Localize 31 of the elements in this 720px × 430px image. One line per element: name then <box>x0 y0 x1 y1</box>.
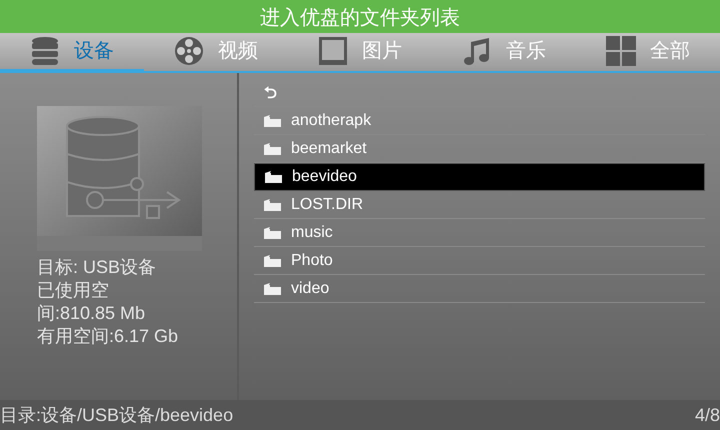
tab[interactable]: 视频 <box>144 33 288 73</box>
folder-row[interactable]: LOST.DIR <box>254 191 705 219</box>
tab[interactable]: 全部 <box>576 33 720 73</box>
grid-icon <box>606 36 636 66</box>
usb-drive-icon <box>37 106 202 251</box>
folder-row[interactable]: music <box>254 219 705 247</box>
picture-frame-icon <box>318 36 348 66</box>
database-icon <box>30 36 60 66</box>
device-info-text: 有用空间:6.17 Gb <box>37 325 178 348</box>
folder-row[interactable]: beevideo <box>254 163 705 191</box>
banner-title: 进入优盘的文件夹列表 <box>260 6 460 26</box>
back-button[interactable]: ⮌ <box>264 84 277 100</box>
folder-icon <box>265 171 282 183</box>
folder-row[interactable]: Photo <box>254 247 705 275</box>
item-position: 4/8 <box>694 404 720 426</box>
folder-row[interactable]: video <box>254 275 705 303</box>
tab[interactable]: 图片 <box>288 33 432 73</box>
folder-icon <box>264 114 281 126</box>
tab[interactable]: 音乐 <box>432 33 576 73</box>
folder-icon <box>264 254 281 266</box>
folder-row[interactable]: anotherapk <box>254 107 705 135</box>
current-path: 目录:设备/USB设备/beevideo <box>0 404 234 426</box>
device-info-text: 目标: USB设备 <box>37 256 156 279</box>
music-note-icon <box>462 36 492 66</box>
device-info-text: 已使用空 <box>37 279 109 302</box>
folder-icon <box>264 282 281 294</box>
device-info-text: 间:810.85 Mb <box>37 302 146 325</box>
folder-icon <box>264 142 281 154</box>
film-reel-icon <box>174 36 204 66</box>
folder-icon <box>264 226 281 238</box>
folder-icon <box>264 198 281 210</box>
